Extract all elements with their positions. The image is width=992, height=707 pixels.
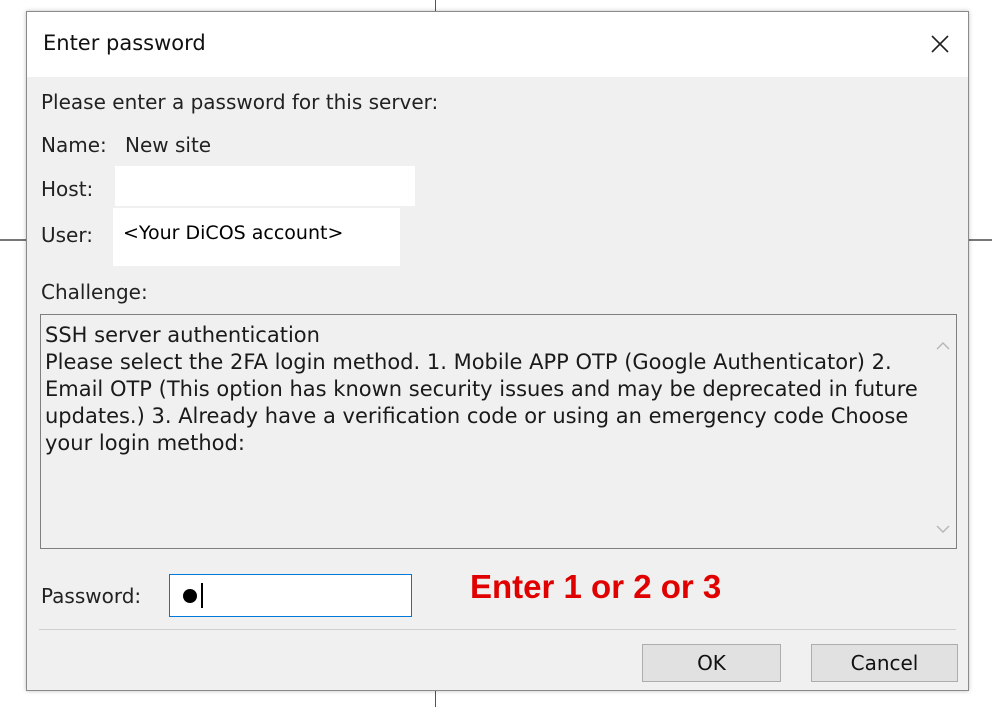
background-window-edge	[0, 239, 27, 241]
user-label: User:	[41, 223, 93, 247]
challenge-line: SSH server authentication	[45, 323, 320, 347]
challenge-text: SSH server authentication Please select …	[45, 322, 933, 457]
name-value: New site	[125, 133, 212, 157]
challenge-line: Please select the 2FA login method. 1. M…	[45, 350, 918, 455]
user-value: <Your DiCOS account>	[123, 222, 344, 244]
close-icon	[931, 35, 949, 53]
user-value-box: <Your DiCOS account>	[113, 208, 400, 266]
background-window-edge	[968, 239, 992, 241]
password-label: Password:	[41, 584, 142, 608]
name-label: Name:	[41, 133, 107, 157]
chevron-up-icon[interactable]	[934, 337, 952, 355]
challenge-label: Challenge:	[41, 280, 148, 304]
divider	[39, 629, 956, 630]
cancel-button[interactable]: Cancel	[811, 644, 958, 682]
host-label: Host:	[41, 177, 94, 201]
ok-button[interactable]: OK	[642, 644, 781, 682]
prompt-text: Please enter a password for this server:	[41, 90, 439, 114]
host-value: slurm-ui.twgrid.org	[125, 171, 306, 193]
dialog-titlebar: Enter password	[27, 12, 968, 77]
dialog-title: Enter password	[43, 31, 206, 55]
background-window-edge	[435, 690, 436, 707]
password-input[interactable]	[169, 574, 412, 617]
password-dialog: Enter password Please enter a password f…	[26, 11, 969, 691]
close-button[interactable]	[918, 22, 962, 66]
password-mask-dot	[183, 589, 197, 603]
annotation-hint: Enter 1 or 2 or 3	[470, 568, 722, 605]
chevron-down-icon[interactable]	[934, 520, 952, 538]
challenge-textbox[interactable]: SSH server authentication Please select …	[40, 314, 957, 549]
host-value-box: slurm-ui.twgrid.org	[115, 166, 415, 206]
text-caret	[201, 583, 203, 608]
